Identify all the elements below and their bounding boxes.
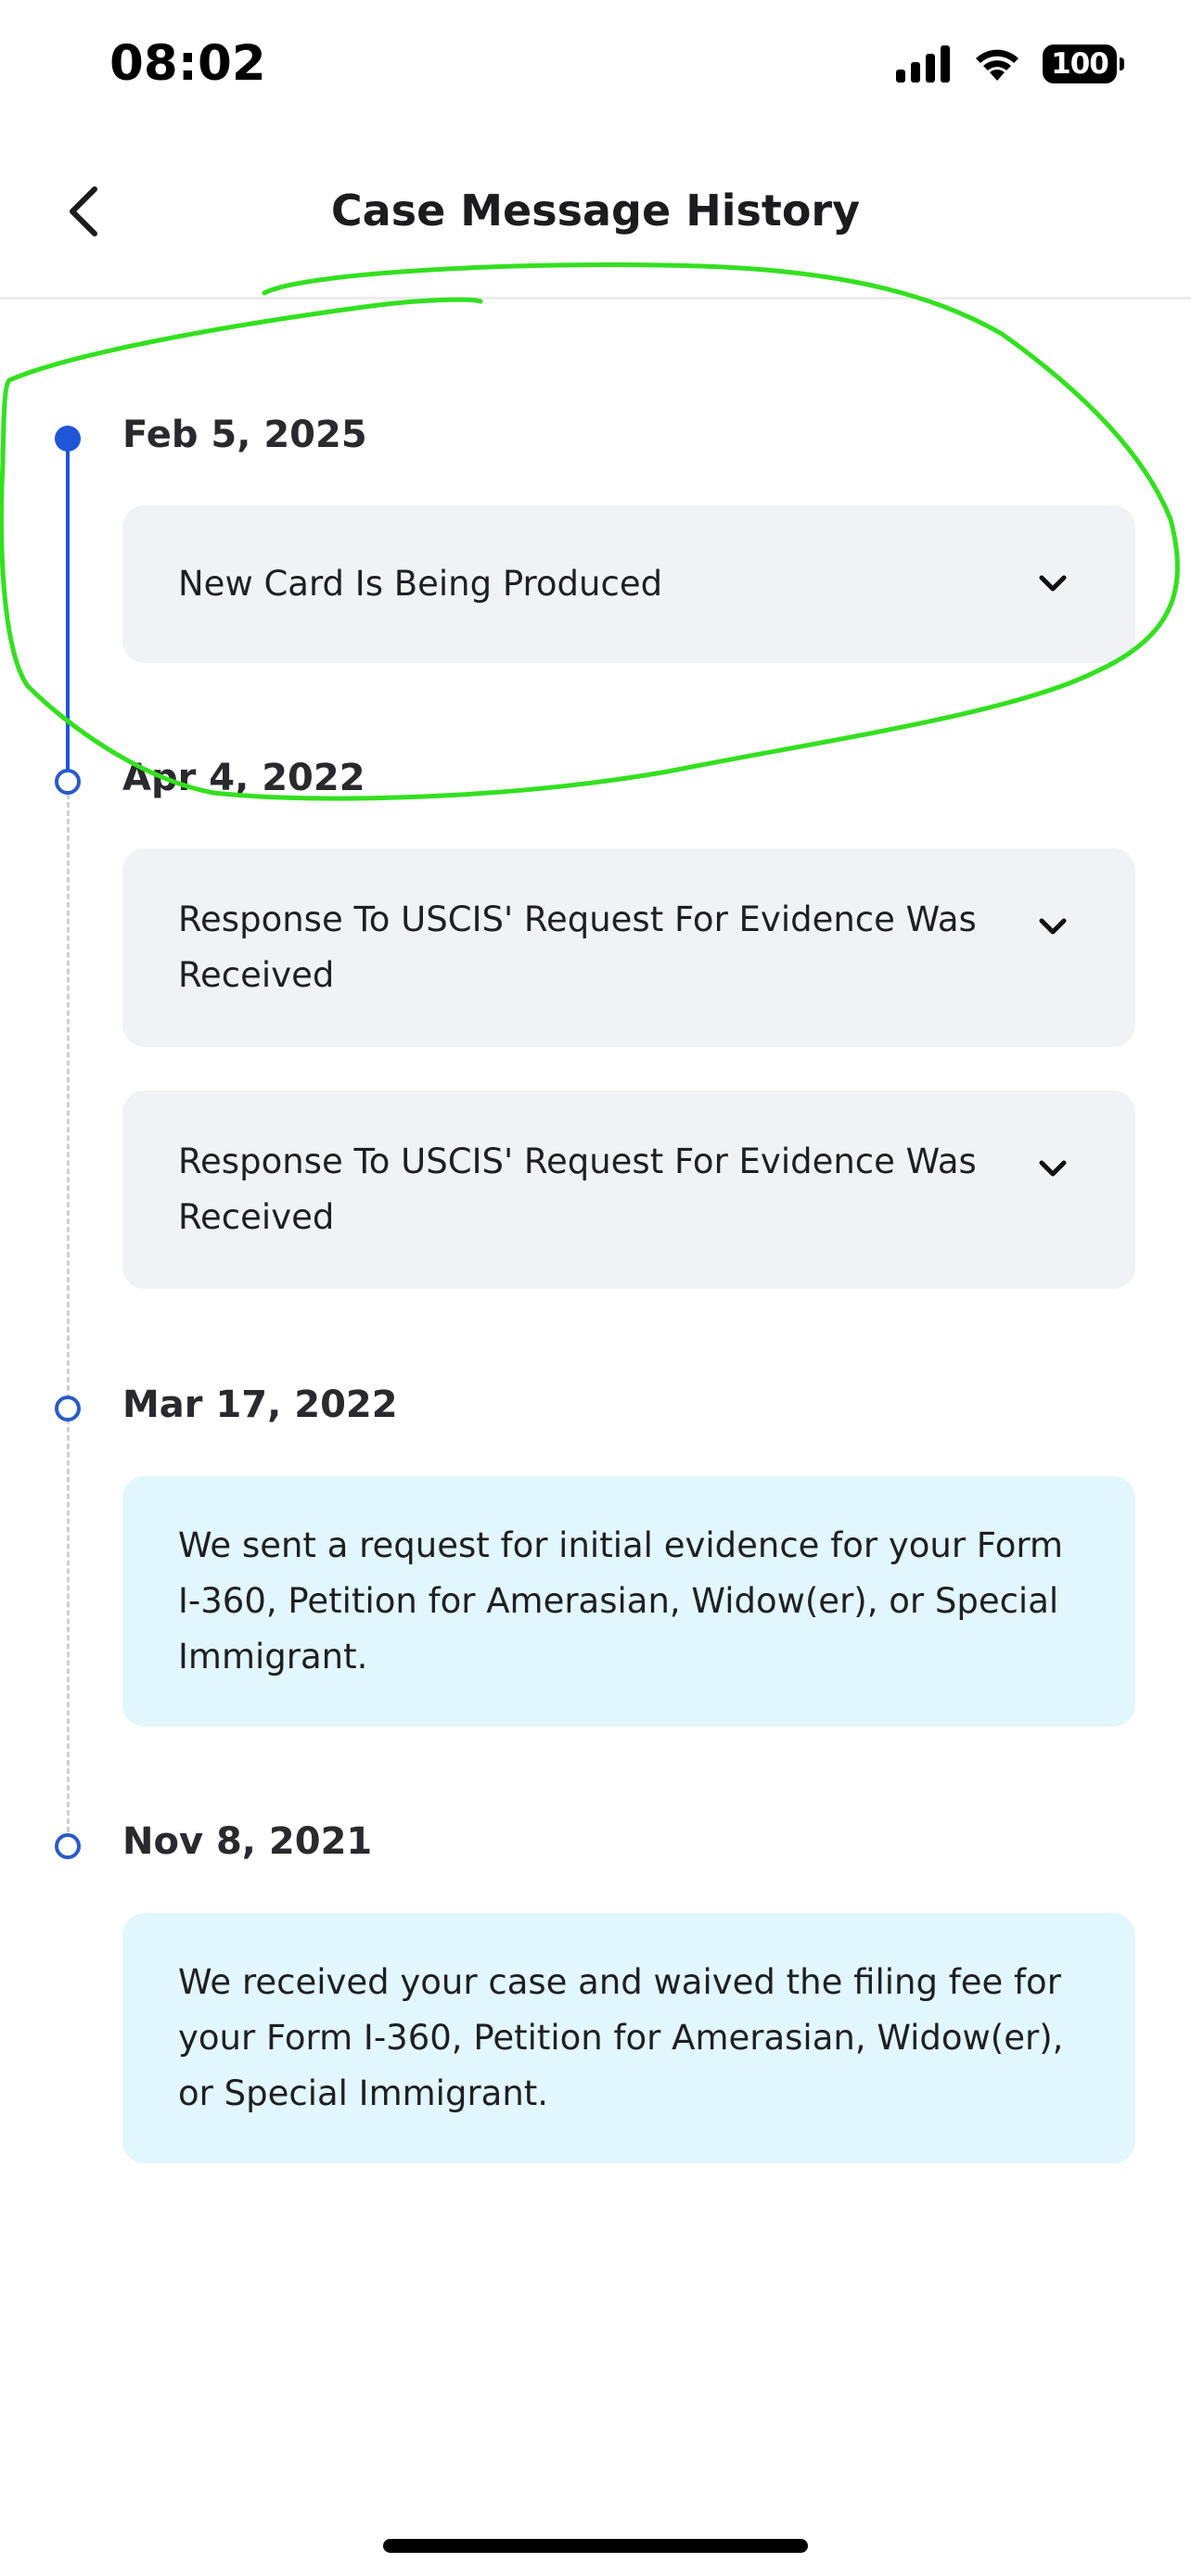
status-update-card[interactable]: New Card Is Being Produced — [122, 505, 1135, 663]
status-update-card[interactable]: Response To USCIS' Request For Evidence … — [122, 848, 1135, 1047]
timeline-line-past — [67, 794, 70, 1832]
message-text: We sent a request for initial evidence f… — [178, 1525, 1063, 1677]
timeline-marker — [55, 1396, 81, 1422]
status-update-title: Response To USCIS' Request For Evidence … — [178, 899, 977, 995]
case-timeline: Feb 5, 2025 New Card Is Being Produced A… — [0, 0, 1191, 2576]
timeline-date: Nov 8, 2021 — [122, 1820, 373, 1863]
timeline-date: Feb 5, 2025 — [122, 414, 367, 456]
message-text: We received your case and waived the fil… — [178, 1962, 1064, 2113]
home-indicator[interactable] — [383, 2539, 808, 2553]
status-update-title: Response To USCIS' Request For Evidence … — [178, 1141, 977, 1237]
message-card: We received your case and waived the fil… — [122, 1913, 1135, 2163]
chevron-down-icon — [1037, 1154, 1069, 1185]
timeline-date: Mar 17, 2022 — [122, 1384, 398, 1426]
chevron-down-icon — [1037, 912, 1069, 943]
timeline-marker — [55, 769, 81, 795]
timeline-marker-current — [55, 426, 81, 452]
chevron-down-icon — [1037, 568, 1069, 600]
timeline-date: Apr 4, 2022 — [122, 757, 365, 799]
timeline-line-active — [66, 439, 70, 782]
message-card: We sent a request for initial evidence f… — [122, 1476, 1135, 1727]
status-update-title: New Card Is Being Produced — [178, 564, 663, 604]
status-update-card[interactable]: Response To USCIS' Request For Evidence … — [122, 1090, 1135, 1289]
timeline-marker — [55, 1833, 81, 1859]
